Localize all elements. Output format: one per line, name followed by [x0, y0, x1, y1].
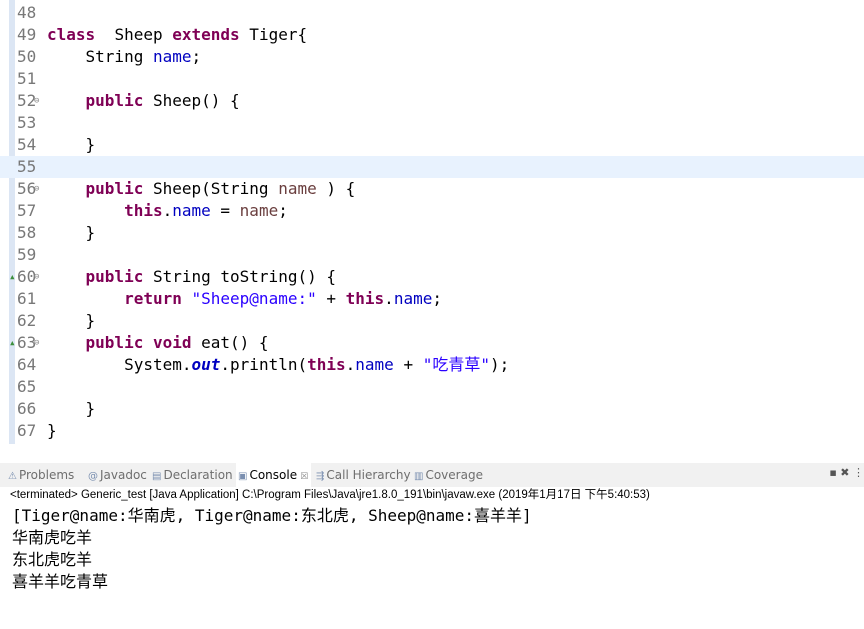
console-line: 东北虎吃羊 — [12, 550, 93, 569]
code-line[interactable]: 58 } — [0, 222, 864, 244]
code-text: public void eat() { — [85, 333, 269, 352]
line-number: 65 — [17, 377, 37, 396]
code-editor[interactable]: 48 49 class Sheep extends Tiger{ 50 String … — [0, 0, 864, 444]
console-line: 华南虎吃羊 — [12, 528, 93, 547]
code-line[interactable]: 48 — [0, 2, 864, 24]
declaration-icon: ▤ — [152, 471, 162, 482]
code-line[interactable]: ▴ 60 ⊖ public String toString() { — [0, 266, 864, 288]
tab-call-hierarchy[interactable]: ⇶ Call Hierarchy — [316, 463, 411, 487]
code-text: this.name = name; — [124, 201, 288, 220]
code-line[interactable]: 59 — [0, 244, 864, 266]
fold-toggle-icon[interactable]: ⊖ — [34, 266, 39, 288]
bottom-panel-tabs: ⚠ Problems @ Javadoc ▤ Declaration ▣ Console ☒ ⇶ C… — [0, 463, 864, 487]
view-menu-icons[interactable]: ▪ ✖ ⋮ — [829, 463, 864, 487]
line-number: 60 — [17, 267, 37, 286]
code-text: String name; — [47, 47, 202, 66]
line-number: 48 — [17, 3, 37, 22]
console-status: <terminated> Generic_test [Java Applicat… — [10, 489, 650, 501]
javadoc-icon: @ — [88, 471, 98, 482]
code-line[interactable]: 49 class Sheep extends Tiger{ — [0, 24, 864, 46]
tab-console[interactable]: ▣ Console ☒ — [236, 463, 312, 487]
close-icon[interactable]: ☒ — [300, 472, 308, 482]
line-number: 57 — [17, 201, 37, 220]
line-number: 64 — [17, 355, 37, 374]
code-line[interactable]: 57 this.name = name; — [0, 200, 864, 222]
line-number: 49 — [17, 25, 37, 44]
tab-declaration[interactable]: ▤ Declaration — [152, 463, 233, 487]
line-number: 61 — [17, 289, 37, 308]
tab-label: Console — [249, 468, 298, 482]
code-text: public Sheep(String name ) { — [85, 179, 356, 198]
code-line[interactable]: 64 System.out.println(this.name + "吃青草")… — [0, 354, 864, 376]
line-number: 63 — [17, 333, 37, 352]
tab-label: Coverage — [425, 468, 483, 482]
code-text: public String toString() { — [85, 267, 336, 286]
code-line[interactable]: 50 String name; — [0, 46, 864, 68]
coverage-icon: ▥ — [414, 471, 424, 482]
code-text: } — [47, 311, 96, 330]
code-line[interactable]: 53 — [0, 112, 864, 134]
code-line[interactable]: 65 — [0, 376, 864, 398]
code-text: System.out.println(this.name + "吃青草"); — [47, 355, 510, 374]
line-number: 51 — [17, 69, 37, 88]
override-marker-icon: ▴ — [9, 270, 16, 283]
code-line[interactable]: 67} — [0, 420, 864, 442]
line-number: 52 — [17, 91, 37, 110]
code-text: public Sheep() { — [85, 91, 240, 110]
code-line[interactable]: 54 } — [0, 134, 864, 156]
line-number: 59 — [17, 245, 37, 264]
override-marker-icon: ▴ — [9, 336, 16, 349]
code-line[interactable]: 66 } — [0, 398, 864, 420]
line-number: 54 — [17, 135, 37, 154]
code-text: return "Sheep@name:" + this.name; — [124, 289, 442, 308]
line-number: 58 — [17, 223, 37, 242]
problems-icon: ⚠ — [8, 471, 17, 482]
tab-label: Javadoc — [100, 468, 147, 482]
fold-toggle-icon[interactable]: ⊖ — [34, 178, 39, 200]
console-icon: ▣ — [238, 471, 248, 482]
console-line: [Tiger@name:华南虎, Tiger@name:东北虎, Sheep@n… — [12, 506, 532, 525]
code-line[interactable]: 56 ⊖ public Sheep(String name ) { — [0, 178, 864, 200]
line-number: 62 — [17, 311, 37, 330]
line-number: 66 — [17, 399, 37, 418]
line-number: 53 — [17, 113, 37, 132]
code-text: } — [47, 223, 96, 242]
fold-toggle-icon[interactable]: ⊖ — [34, 90, 39, 112]
code-text: } — [47, 135, 96, 154]
code-text: } — [47, 421, 57, 440]
code-line[interactable]: 61 return "Sheep@name:" + this.name; — [0, 288, 864, 310]
tab-label: Declaration — [163, 468, 233, 482]
tab-problems[interactable]: ⚠ Problems — [8, 463, 74, 487]
tab-label: Call Hierarchy — [326, 468, 411, 482]
code-line[interactable]: 51 — [0, 68, 864, 90]
code-text: class Sheep extends Tiger{ — [47, 25, 308, 44]
code-line[interactable]: 55 — [0, 156, 864, 178]
code-text: } — [47, 399, 96, 418]
line-number: 67 — [17, 421, 37, 440]
code-line[interactable]: ▴ 63 ⊖ public void eat() { — [0, 332, 864, 354]
tab-label: Problems — [18, 468, 75, 482]
code-line[interactable]: 62 } — [0, 310, 864, 332]
tab-coverage[interactable]: ▥ Coverage — [414, 463, 483, 487]
line-number: 56 — [17, 179, 37, 198]
line-number: 55 — [17, 157, 37, 176]
tab-javadoc[interactable]: @ Javadoc — [88, 463, 147, 487]
fold-toggle-icon[interactable]: ⊖ — [34, 332, 39, 354]
line-number: 50 — [17, 47, 37, 66]
call-hierarchy-icon: ⇶ — [316, 471, 325, 482]
console-line: 喜羊羊吃青草 — [12, 572, 109, 591]
code-line[interactable]: 52 ⊖ public Sheep() { — [0, 90, 864, 112]
